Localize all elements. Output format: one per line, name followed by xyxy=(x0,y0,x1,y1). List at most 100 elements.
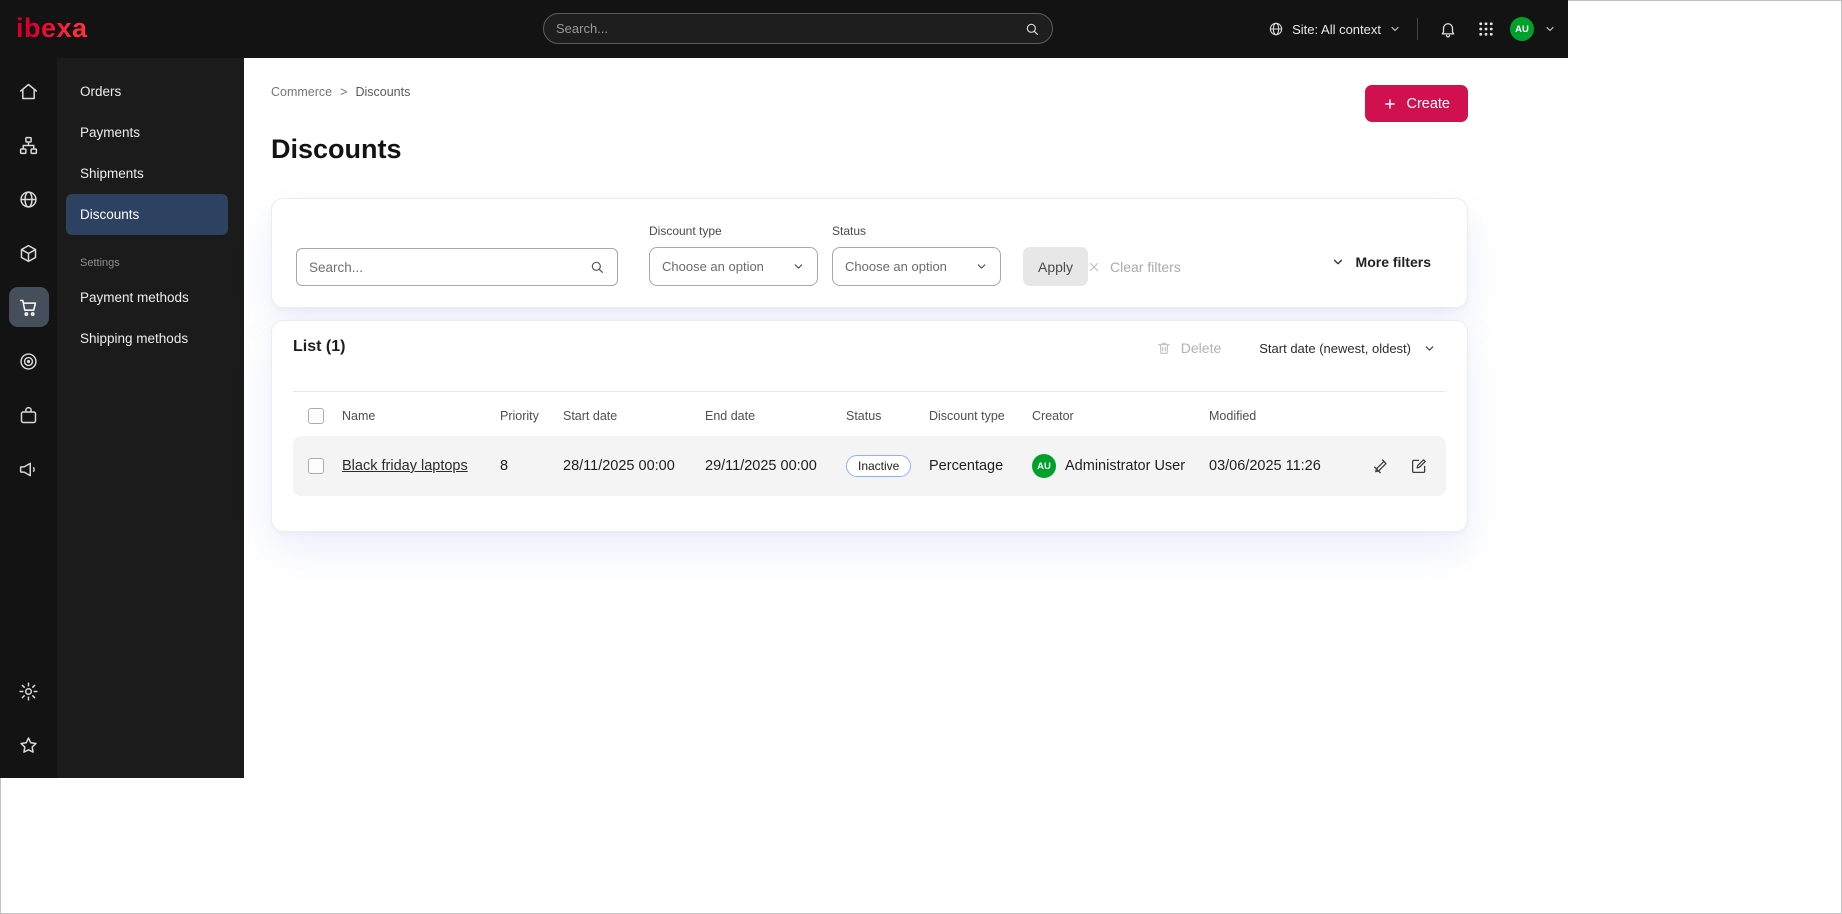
globe-icon xyxy=(20,190,37,208)
trash-icon xyxy=(1157,342,1170,354)
x-icon xyxy=(1089,262,1099,271)
sidebar-item-payments[interactable]: Payments xyxy=(57,112,244,153)
rail-item-bookmarks[interactable] xyxy=(9,725,49,765)
delete-button-label: Delete xyxy=(1180,340,1222,356)
creator-avatar: AU xyxy=(1032,454,1056,478)
chevron-down-icon xyxy=(977,264,986,269)
list-title: List (1) xyxy=(293,338,346,355)
rail-item-dashboard[interactable] xyxy=(9,71,49,111)
global-search[interactable] xyxy=(543,13,1053,44)
list-tools: Delete Start date (newest, oldest) xyxy=(1156,340,1436,356)
search-icon xyxy=(1026,23,1038,35)
column-header-end-date: End date xyxy=(705,409,756,423)
sidebar-item-label: Payment methods xyxy=(80,290,189,305)
column-header-start-date: Start date xyxy=(563,409,618,423)
edit-icon xyxy=(1411,459,1426,474)
creator-name: Administrator User xyxy=(1065,458,1186,474)
cell-discount-type: Percentage xyxy=(929,458,1004,474)
column-header-creator: Creator xyxy=(1032,409,1074,423)
sidebar-item-shipping-methods[interactable]: Shipping methods xyxy=(57,318,244,359)
sidebar-item-label: Shipping methods xyxy=(80,331,189,346)
topbar: ibexa Site: All context AU xyxy=(0,0,1568,58)
site-context-label: Site: All context xyxy=(1292,21,1381,37)
more-filters-button[interactable]: More filters xyxy=(1331,254,1431,270)
sidebar-item-label: Payments xyxy=(80,125,141,140)
sort-dropdown-label: Start date (newest, oldest) xyxy=(1259,340,1411,356)
filter-search-input[interactable] xyxy=(309,259,589,275)
icon-rail xyxy=(0,58,57,778)
rail-item-commerce[interactable] xyxy=(8,287,49,327)
edit-button[interactable] xyxy=(1404,451,1434,481)
create-button-label: Create xyxy=(1406,95,1450,112)
row-checkbox[interactable] xyxy=(308,458,324,474)
apps-menu-button[interactable] xyxy=(1472,15,1500,43)
filter-search[interactable] xyxy=(296,248,618,286)
create-button[interactable]: Create xyxy=(1365,85,1468,122)
list-divider xyxy=(293,391,1446,392)
rail-item-marketing[interactable] xyxy=(9,449,49,489)
rail-item-products[interactable] xyxy=(9,233,49,273)
sidebar-item-payment-methods[interactable]: Payment methods xyxy=(57,277,244,318)
sort-dropdown[interactable]: Start date (newest, oldest) xyxy=(1259,341,1436,356)
apps-grid-icon xyxy=(1479,22,1493,36)
chevron-down-icon xyxy=(794,264,803,269)
bag-icon xyxy=(20,406,37,423)
sidebar-item-discounts[interactable]: Discounts xyxy=(66,194,228,235)
chevron-down-icon[interactable] xyxy=(1544,23,1556,35)
select-all-checkbox[interactable] xyxy=(308,408,324,424)
status-filter-label: Status xyxy=(832,224,867,238)
plus-icon xyxy=(1385,98,1396,109)
cell-end-date: 29/11/2025 00:00 xyxy=(705,458,817,474)
target-icon xyxy=(20,352,37,370)
breadcrumb-separator: > xyxy=(340,85,348,99)
commerce-submenu: Orders Payments Shipments Discounts Sett… xyxy=(57,58,244,778)
apply-button[interactable]: Apply xyxy=(1023,247,1089,286)
topbar-right-cluster: Site: All context AU xyxy=(1268,0,1556,58)
rail-item-content-structure[interactable] xyxy=(9,125,49,165)
user-avatar[interactable]: AU xyxy=(1510,17,1534,41)
delete-button[interactable]: Delete xyxy=(1156,340,1221,356)
discount-type-select[interactable]: Choose an option xyxy=(649,247,818,286)
page-title: Discounts xyxy=(271,134,402,164)
chevron-down-icon xyxy=(1425,345,1434,351)
rail-item-workflow[interactable] xyxy=(9,395,49,435)
rail-item-admin-settings[interactable] xyxy=(9,671,49,711)
breadcrumb-commerce[interactable]: Commerce xyxy=(271,85,332,99)
discount-type-value: Choose an option xyxy=(662,259,764,274)
pen-slash-icon xyxy=(1373,459,1387,474)
deactivate-button[interactable] xyxy=(1366,451,1396,481)
breadcrumb: Commerce > Discounts xyxy=(271,85,410,99)
table-row: Black friday laptops 8 28/11/2025 00:00 … xyxy=(293,436,1446,496)
ibexa-logo[interactable]: ibexa xyxy=(16,13,88,44)
row-actions xyxy=(1359,451,1446,481)
filters-card: Discount type Choose an option Status Ch… xyxy=(271,198,1468,308)
notifications-button[interactable] xyxy=(1434,15,1462,43)
site-context-selector[interactable]: Site: All context xyxy=(1268,21,1401,37)
globe-icon xyxy=(1269,22,1283,36)
discount-name-link[interactable]: Black friday laptops xyxy=(342,458,468,474)
cell-priority: 8 xyxy=(500,458,509,474)
global-search-input[interactable] xyxy=(556,21,1024,36)
table-header-row: Name Priority Start date End date Status… xyxy=(293,401,1446,431)
sidebar-item-label: Shipments xyxy=(80,166,144,181)
megaphone-icon xyxy=(19,462,35,476)
status-filter-value: Choose an option xyxy=(845,259,947,274)
cart-icon xyxy=(19,299,37,316)
rail-item-personalization[interactable] xyxy=(9,341,49,381)
screenshot-canvas: ibexa Site: All context AU xyxy=(0,0,1842,914)
cell-start-date: 28/11/2025 00:00 xyxy=(563,458,675,474)
sitemap-icon xyxy=(19,136,38,154)
column-header-modified: Modified xyxy=(1209,409,1257,423)
sidebar-item-shipments[interactable]: Shipments xyxy=(57,153,244,194)
clear-filters-button[interactable]: Clear filters xyxy=(1087,247,1181,286)
cell-modified: 03/06/2025 11:26 xyxy=(1209,458,1321,474)
star-icon xyxy=(20,736,37,753)
discounts-list-card: List (1) Delete Start date (newest, olde… xyxy=(271,320,1468,532)
home-icon xyxy=(19,83,38,99)
breadcrumb-discounts[interactable]: Discounts xyxy=(355,85,410,99)
chevron-down-icon xyxy=(1391,26,1399,32)
rail-item-site-management[interactable] xyxy=(9,179,49,219)
sidebar-item-orders[interactable]: Orders xyxy=(57,71,244,112)
status-filter-select[interactable]: Choose an option xyxy=(832,247,1001,286)
topbar-divider xyxy=(1417,18,1418,40)
